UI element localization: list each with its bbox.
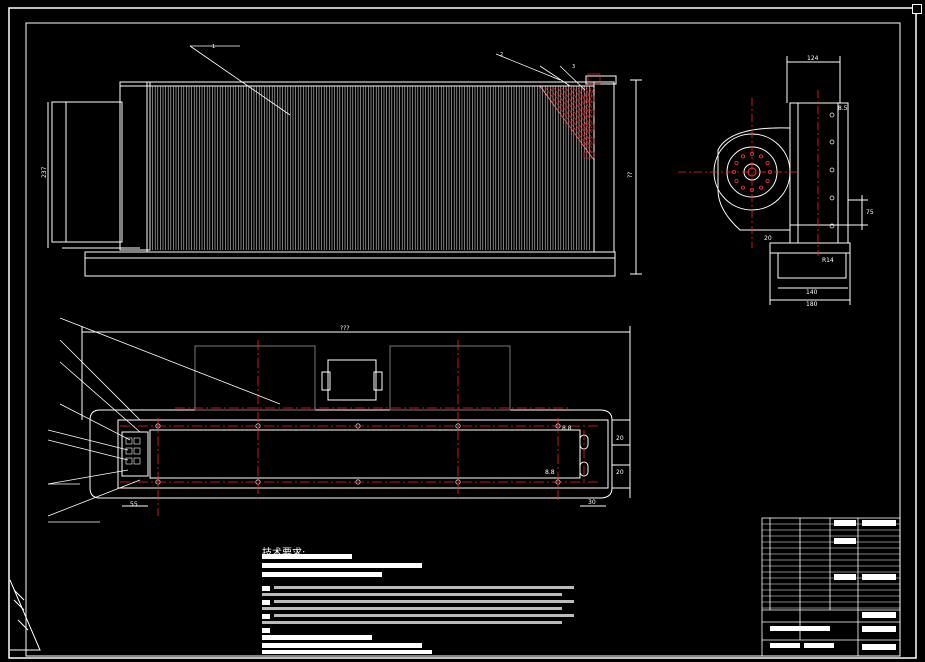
side-width-top: 124 [807,55,819,62]
callout-3: 3 [572,64,575,70]
fan-hole [765,178,770,183]
fan-hole [741,154,746,159]
coil-fins [149,86,590,250]
corner-marker [9,579,41,651]
front-height-right: ?? [627,172,634,178]
inner-frame [25,22,901,657]
plan-connector [125,437,141,465]
side-dim-180: 180 [806,301,818,308]
requirement-line [274,586,574,589]
front-height-left: 237 [41,166,48,178]
hatch-line [589,87,593,99]
fan-hole [759,185,764,190]
fan-hole [734,160,739,165]
plan-dim-88-a: 8.8 [562,425,572,432]
requirements-block [262,554,432,654]
outer-frame [8,7,917,659]
requirement-line [262,593,562,596]
fan-hole [734,178,739,183]
side-dim-75: 75 [866,209,874,216]
side-hole-label: 8.5 [838,105,848,112]
title-block [761,517,901,657]
plan-dim-20-a: 20 [616,435,624,442]
plan-centerlines [120,340,600,516]
fan-hole [765,160,770,165]
title-block-rows [762,523,900,609]
requirement-line [262,607,562,610]
requirements-text-lines [262,586,574,624]
callout-1: 1 [212,44,215,50]
engineering-drawing: 237 ?? 1 2 3 124 8.5 75 140 180 20 R14 ?… [8,4,922,659]
plan-dim-30: 30 [588,499,596,506]
side-dim-140: 140 [806,289,818,296]
side-holes [829,112,835,229]
plan-view [81,326,631,507]
header-hatch [539,73,601,161]
side-view [713,56,868,305]
fan-hole [759,154,764,159]
requirement-line [274,600,574,603]
front-leaders [189,45,586,116]
callout-2: 2 [500,52,503,58]
requirements-title: 技术要求: [262,548,306,559]
side-dim-r14: R14 [822,257,834,264]
requirement-line [262,621,562,624]
plan-dim-88-b: 8.8 [545,469,555,476]
plan-overall-length: ??? [340,325,350,332]
plan-bolt-holes [155,423,561,485]
side-dim-20: 20 [764,235,772,242]
fan-hole [741,185,746,190]
title-block-fills [770,520,896,650]
requirement-line [274,614,574,617]
plan-dim-20-b: 20 [616,469,624,476]
plan-dim-55: 55 [130,501,138,508]
